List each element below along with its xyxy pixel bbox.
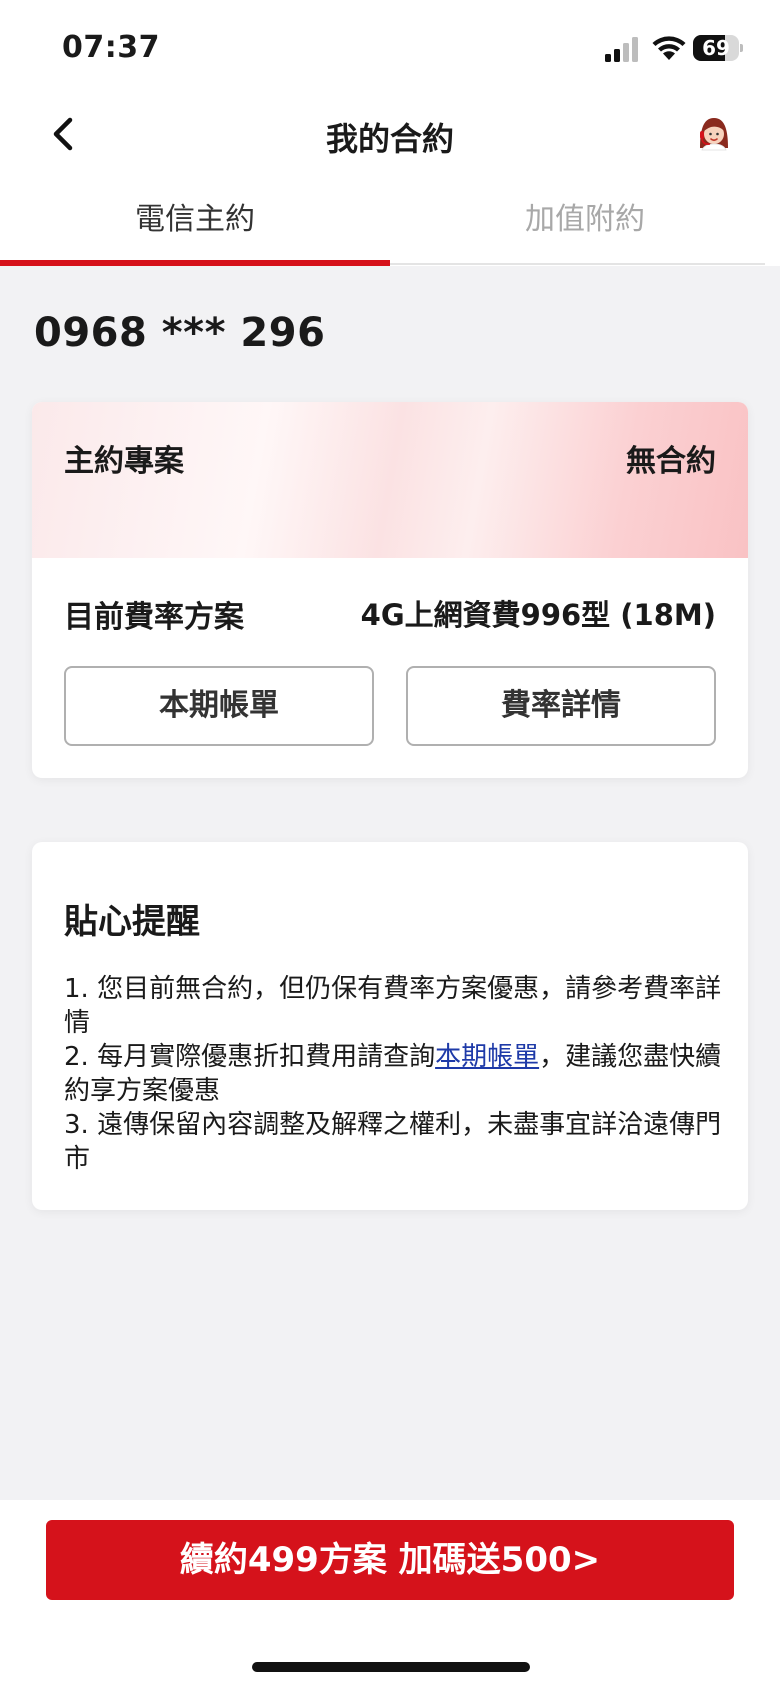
reminder-card: 貼心提醒 1. 您目前無合約，但仍保有費率方案優惠，請參考費率詳情 2. 每月實… <box>32 842 748 1210</box>
bottom-bar: 續約499方案 加碼送500> <box>0 1500 780 1688</box>
rate-plan-value: 4G上網資費996型 (18M) <box>360 598 716 632</box>
tab-bar: 電信主約 加值附約 <box>0 190 780 266</box>
page-title: 我的合約 <box>325 120 454 158</box>
nav-bar: 我的合約 <box>0 100 780 170</box>
plan-card: 主約專案 無合約 目前費率方案 4G上網資費996型 (18M) 本期帳單 費率… <box>32 402 748 778</box>
tab-value-added-contract[interactable]: 加值附約 <box>390 190 780 266</box>
rate-details-button[interactable]: 費率詳情 <box>406 666 716 746</box>
contract-status: 無合約 <box>626 444 716 479</box>
renew-contract-button[interactable]: 續約499方案 加碼送500> <box>46 1520 734 1600</box>
phone-number: 0968 *** 296 <box>34 310 326 356</box>
battery-icon: 69 <box>693 35 743 61</box>
active-tab-indicator <box>0 260 390 266</box>
tab-telecom-main-contract[interactable]: 電信主約 <box>0 190 390 266</box>
home-indicator <box>252 1662 530 1672</box>
cellular-signal-icon <box>605 37 638 62</box>
status-bar: 07:37 69 <box>0 0 780 90</box>
current-bill-button[interactable]: 本期帳單 <box>64 666 374 746</box>
plan-card-header: 主約專案 無合約 <box>32 402 748 558</box>
tab-divider <box>390 263 765 265</box>
rate-plan-label: 目前費率方案 <box>64 600 244 635</box>
reminder-item: 2. 每月實際優惠折扣費用請查詢本期帳單，建議您盡快續約享方案優惠 <box>64 1042 722 1106</box>
wifi-icon <box>652 36 686 60</box>
reminder-item: 1. 您目前無合約，但仍保有費率方案優惠，請參考費率詳情 <box>64 974 722 1038</box>
battery-percent: 69 <box>702 36 730 60</box>
reminder-list: 1. 您目前無合約，但仍保有費率方案優惠，請參考費率詳情 2. 每月實際優惠折扣… <box>64 972 724 1176</box>
status-time: 07:37 <box>62 30 160 65</box>
reminder-item: 3. 遠傳保留內容調整及解釋之權利，未盡事宜詳洽遠傳門市 <box>64 1110 722 1174</box>
header-area: 07:37 69 我的合約 電信主約 加值附約 <box>0 0 780 266</box>
main-plan-label: 主約專案 <box>64 444 184 479</box>
reminder-title: 貼心提醒 <box>64 902 200 942</box>
customer-service-avatar-icon[interactable] <box>694 114 734 154</box>
current-bill-link[interactable]: 本期帳單 <box>435 1042 539 1072</box>
